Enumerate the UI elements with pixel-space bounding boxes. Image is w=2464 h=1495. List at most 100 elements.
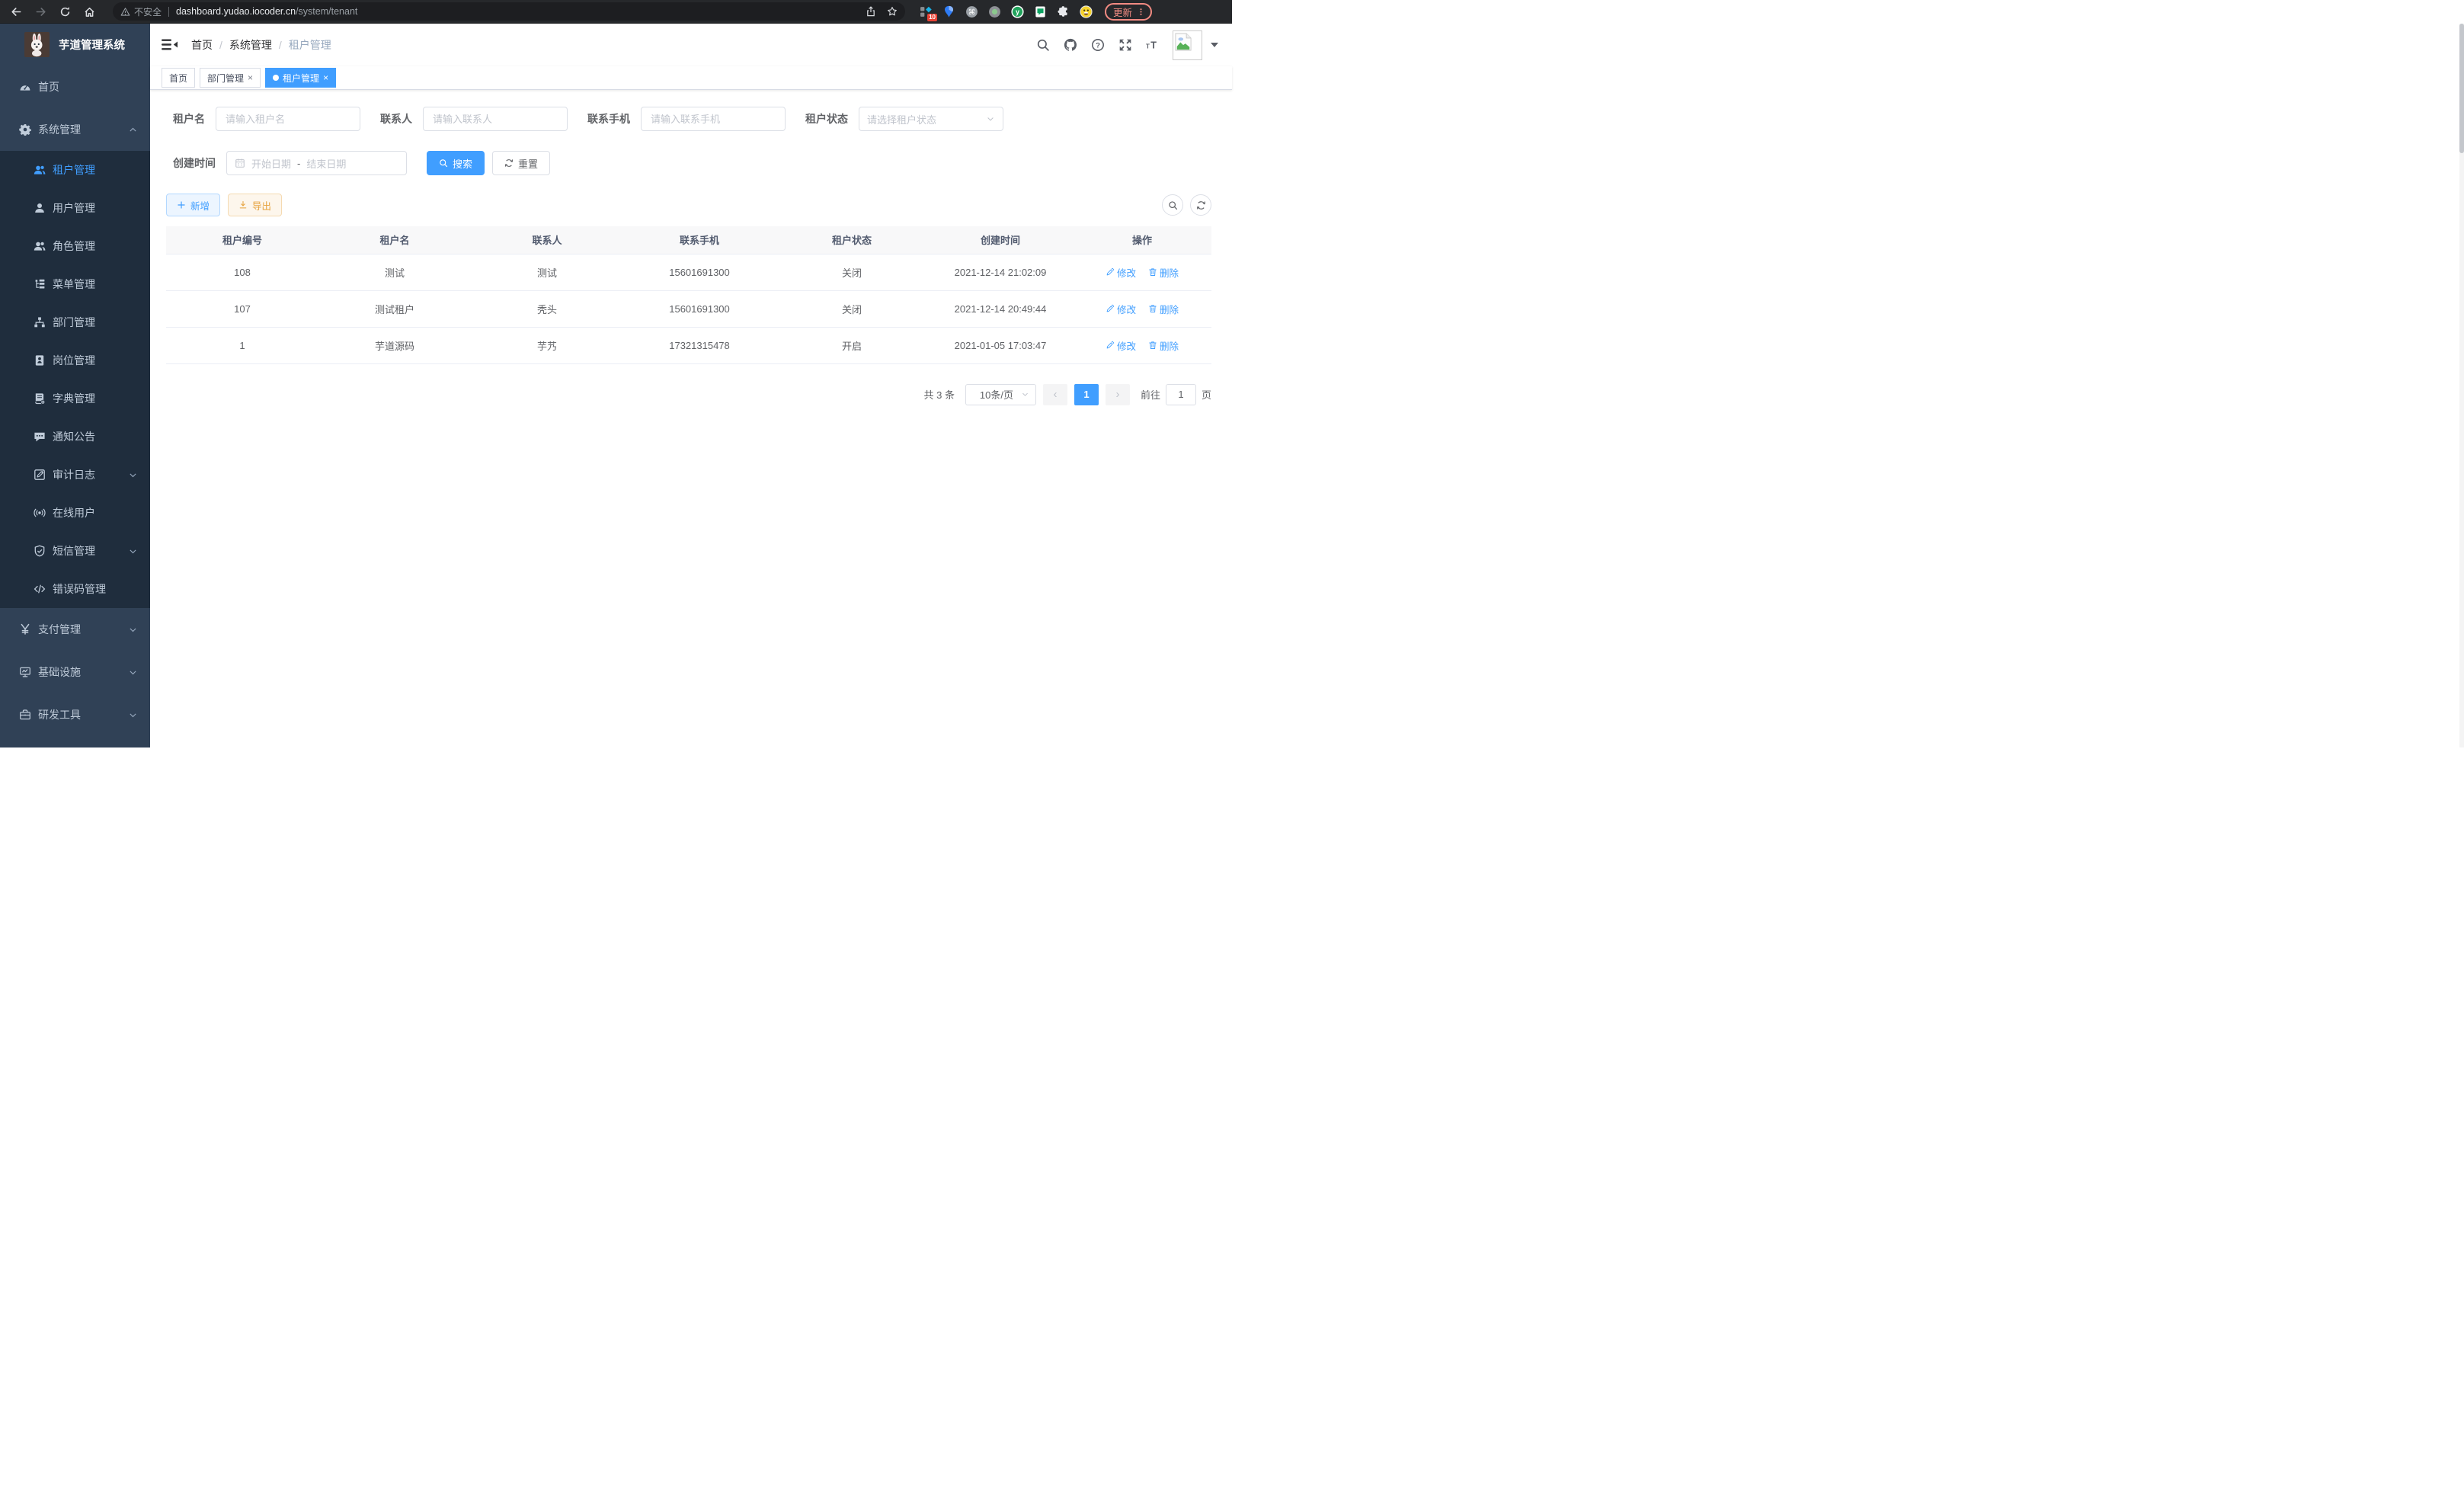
header-search-icon[interactable] [1035,38,1050,53]
sidebar-item-通知公告[interactable]: 通知公告 [0,418,150,456]
yudao-extension-icon[interactable]: y [1010,5,1024,18]
tab-部门管理[interactable]: 部门管理× [200,68,261,88]
sidebar-item-部门管理[interactable]: 部门管理 [0,303,150,341]
message-icon [33,431,46,443]
export-button[interactable]: 导出 [228,194,282,216]
page-size-select[interactable]: 10条/页 [965,384,1036,405]
profile-avatar-icon[interactable] [1079,5,1093,18]
sidebar-item-label: 首页 [38,79,59,94]
status-label: 租户状态 [805,111,848,126]
browser-home-icon[interactable] [79,2,99,21]
next-page-button[interactable]: › [1106,384,1130,405]
sidebar-item-审计日志[interactable]: 审计日志 [0,456,150,494]
users-icon [33,164,46,177]
sidebar-item-在线用户[interactable]: 在线用户 [0,494,150,532]
browser-forward-icon[interactable] [30,2,50,21]
sidebar-item-首页[interactable]: 首页 [0,66,150,108]
browser-back-icon[interactable] [6,2,26,21]
sidebar-item-label: 系统管理 [38,122,81,137]
command-extension-icon[interactable]: ⌘ [965,5,978,18]
search-icon [1168,200,1178,210]
sidebar: 芋道管理系统 首页系统管理租户管理用户管理角色管理菜单管理部门管理岗位管理字典管… [0,24,150,748]
op-label: 修改 [1117,302,1136,316]
online-icon [33,507,46,520]
goto-page-input[interactable] [1166,384,1196,405]
delete-link[interactable]: 删除 [1148,302,1179,316]
op-label: 删除 [1160,302,1179,316]
scrollbar-thumb[interactable] [2459,24,2464,153]
page-1-button[interactable]: 1 [1074,384,1099,405]
search-button[interactable]: 搜索 [427,151,485,175]
sidebar-logo[interactable]: 芋道管理系统 [0,24,150,66]
refresh-table-button[interactable] [1190,194,1211,216]
bookmark-star-icon[interactable] [887,6,898,17]
address-bar[interactable]: 不安全 dashboard.yudao.iocoder.cn/system/te… [113,2,905,21]
chevron-down-icon [128,625,138,635]
sidebar-item-菜单管理[interactable]: 菜单管理 [0,265,150,303]
extensions-puzzle-icon[interactable] [1056,5,1070,18]
cell-created: 2021-01-05 17:03:47 [928,327,1073,363]
pagination-total: 共 3 条 [924,387,955,402]
delete-link[interactable]: 删除 [1148,338,1179,353]
sidebar-item-角色管理[interactable]: 角色管理 [0,227,150,265]
contact-input[interactable] [423,107,568,131]
tenant-name-input[interactable] [216,107,360,131]
cell-operations: 修改 删除 [1073,290,1211,327]
cell-created: 2021-12-14 21:02:09 [928,254,1073,290]
security-chip[interactable]: 不安全 [120,5,162,18]
breadcrumb-home[interactable]: 首页 [191,37,213,53]
chevron-down-icon [1021,390,1029,399]
page-scrollbar[interactable] [2459,24,2464,748]
browser-menu-dots-icon[interactable] [1137,8,1145,16]
code-icon [33,583,46,596]
fullscreen-icon[interactable] [1118,38,1132,53]
browser-toolbar: 不安全 dashboard.yudao.iocoder.cn/system/te… [0,0,1232,24]
create-time-range-picker[interactable]: 开始日期 - 结束日期 [226,151,407,175]
chat-extension-icon[interactable] [1033,5,1047,18]
sidebar-item-支付管理[interactable]: 支付管理 [0,608,150,651]
add-button[interactable]: 新增 [166,194,220,216]
close-icon[interactable]: × [323,73,328,82]
sidebar-item-研发工具[interactable]: 研发工具 [0,693,150,736]
breadcrumb-system[interactable]: 系统管理 [229,37,272,53]
sidebar-item-用户管理[interactable]: 用户管理 [0,189,150,227]
browser-reload-icon[interactable] [55,2,75,21]
toggle-search-button[interactable] [1162,194,1183,216]
close-icon[interactable]: × [248,73,253,82]
edit-link[interactable]: 修改 [1106,265,1136,280]
share-icon[interactable] [866,6,876,17]
avatar-caret-down-icon[interactable] [1211,43,1218,47]
search-icon [439,158,448,168]
recorder-extension-icon[interactable] [987,5,1001,18]
sidebar-item-短信管理[interactable]: 短信管理 [0,532,150,570]
sidebar-item-岗位管理[interactable]: 岗位管理 [0,341,150,379]
filter-row-1: 租户名 联系人 联系手机 租户状态 请选择租户状态 [173,107,1232,131]
help-icon[interactable]: ? [1090,38,1105,53]
sidebar-collapse-icon[interactable] [162,38,178,52]
sidebar-item-基础设施[interactable]: 基础设施 [0,651,150,693]
sidebar-item-label: 在线用户 [53,505,95,520]
edit-link[interactable]: 修改 [1106,302,1136,316]
edit-link[interactable]: 修改 [1106,338,1136,353]
cell-id: 1 [166,327,318,363]
browser-update-button[interactable]: 更新 [1105,3,1152,21]
balloon-extension-icon[interactable] [942,5,955,18]
sidebar-item-租户管理[interactable]: 租户管理 [0,151,150,189]
tab-租户管理[interactable]: 租户管理× [265,68,336,88]
delete-link[interactable]: 删除 [1148,265,1179,280]
sidebar-item-系统管理[interactable]: 系统管理 [0,108,150,151]
status-select[interactable]: 请选择租户状态 [859,107,1003,131]
reset-button[interactable]: 重置 [492,151,550,175]
user-avatar-broken-image[interactable] [1173,30,1202,60]
sidebar-item-字典管理[interactable]: 字典管理 [0,379,150,418]
github-icon[interactable] [1063,38,1077,53]
tab-首页[interactable]: 首页 [162,68,195,88]
end-date-placeholder: 结束日期 [306,156,346,171]
phone-input[interactable] [641,107,786,131]
sidebar-item-错误码管理[interactable]: 错误码管理 [0,570,150,608]
prev-page-button[interactable]: ‹ [1043,384,1067,405]
sidebar-item-label: 基础设施 [38,664,81,680]
pinned-extension-icon[interactable]: 10 [919,5,933,18]
font-size-icon[interactable]: TT [1145,38,1160,53]
cell-phone: 15601691300 [623,290,776,327]
